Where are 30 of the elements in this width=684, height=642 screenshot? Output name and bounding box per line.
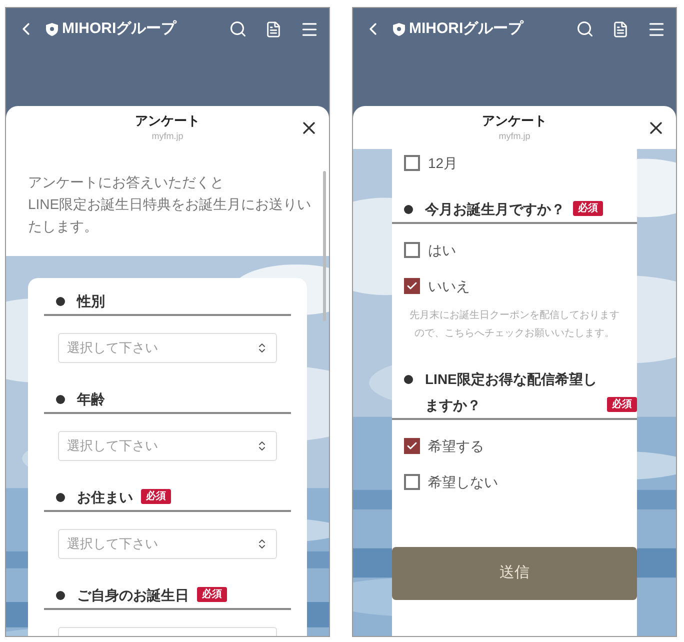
select-placeholder: 選択して下さい xyxy=(67,535,158,554)
checkbox-label: 希望しない xyxy=(428,472,498,492)
note-text: 先月末にお誕生日クーポンを配信しておりますので、こちらへチェックお願いいたします。 xyxy=(408,308,620,341)
select-field[interactable]: 選択して下さい xyxy=(58,529,277,559)
submit-button[interactable]: 送信 xyxy=(392,547,637,600)
sheet-title: アンケート xyxy=(135,112,200,130)
sheet-title: アンケート xyxy=(482,112,547,130)
select-field[interactable]: 選択して下さい xyxy=(58,431,277,461)
checkbox-label: いいえ xyxy=(428,276,470,296)
question-label: 年齢 xyxy=(77,390,105,409)
question-label: お住まい xyxy=(77,488,133,507)
checkbox-label: 12月 xyxy=(428,154,458,172)
question-label: 今月お誕生月ですか？ xyxy=(425,200,565,219)
account-title: MIHORIグループ xyxy=(409,18,524,39)
select-placeholder: 選択して下さい xyxy=(67,437,158,456)
select-field[interactable]: 選択して下さい xyxy=(58,333,277,363)
account-title: MIHORIグループ xyxy=(62,18,176,39)
required-badge: 必須 xyxy=(607,397,637,412)
required-badge: 必須 xyxy=(197,587,227,602)
checkbox-label: はい xyxy=(428,240,456,260)
sheet-domain: myfm.jp xyxy=(498,130,530,142)
question-label: 性別 xyxy=(77,292,105,311)
question-label: ご自身のお誕生日 xyxy=(77,586,189,605)
required-badge: 必須 xyxy=(573,201,603,216)
sheet-domain: myfm.jp xyxy=(152,130,184,142)
select-placeholder: 選択して下さい xyxy=(67,339,158,358)
checkbox-label: 希望する xyxy=(428,436,484,456)
required-badge: 必須 xyxy=(141,489,171,504)
question-label: LINE限定お得な配信希望しますか？ xyxy=(425,370,598,415)
intro-text: アンケートにお答えいただくと LINE限定お誕生日特典をお誕生月にお送りいたします。 xyxy=(28,173,312,236)
